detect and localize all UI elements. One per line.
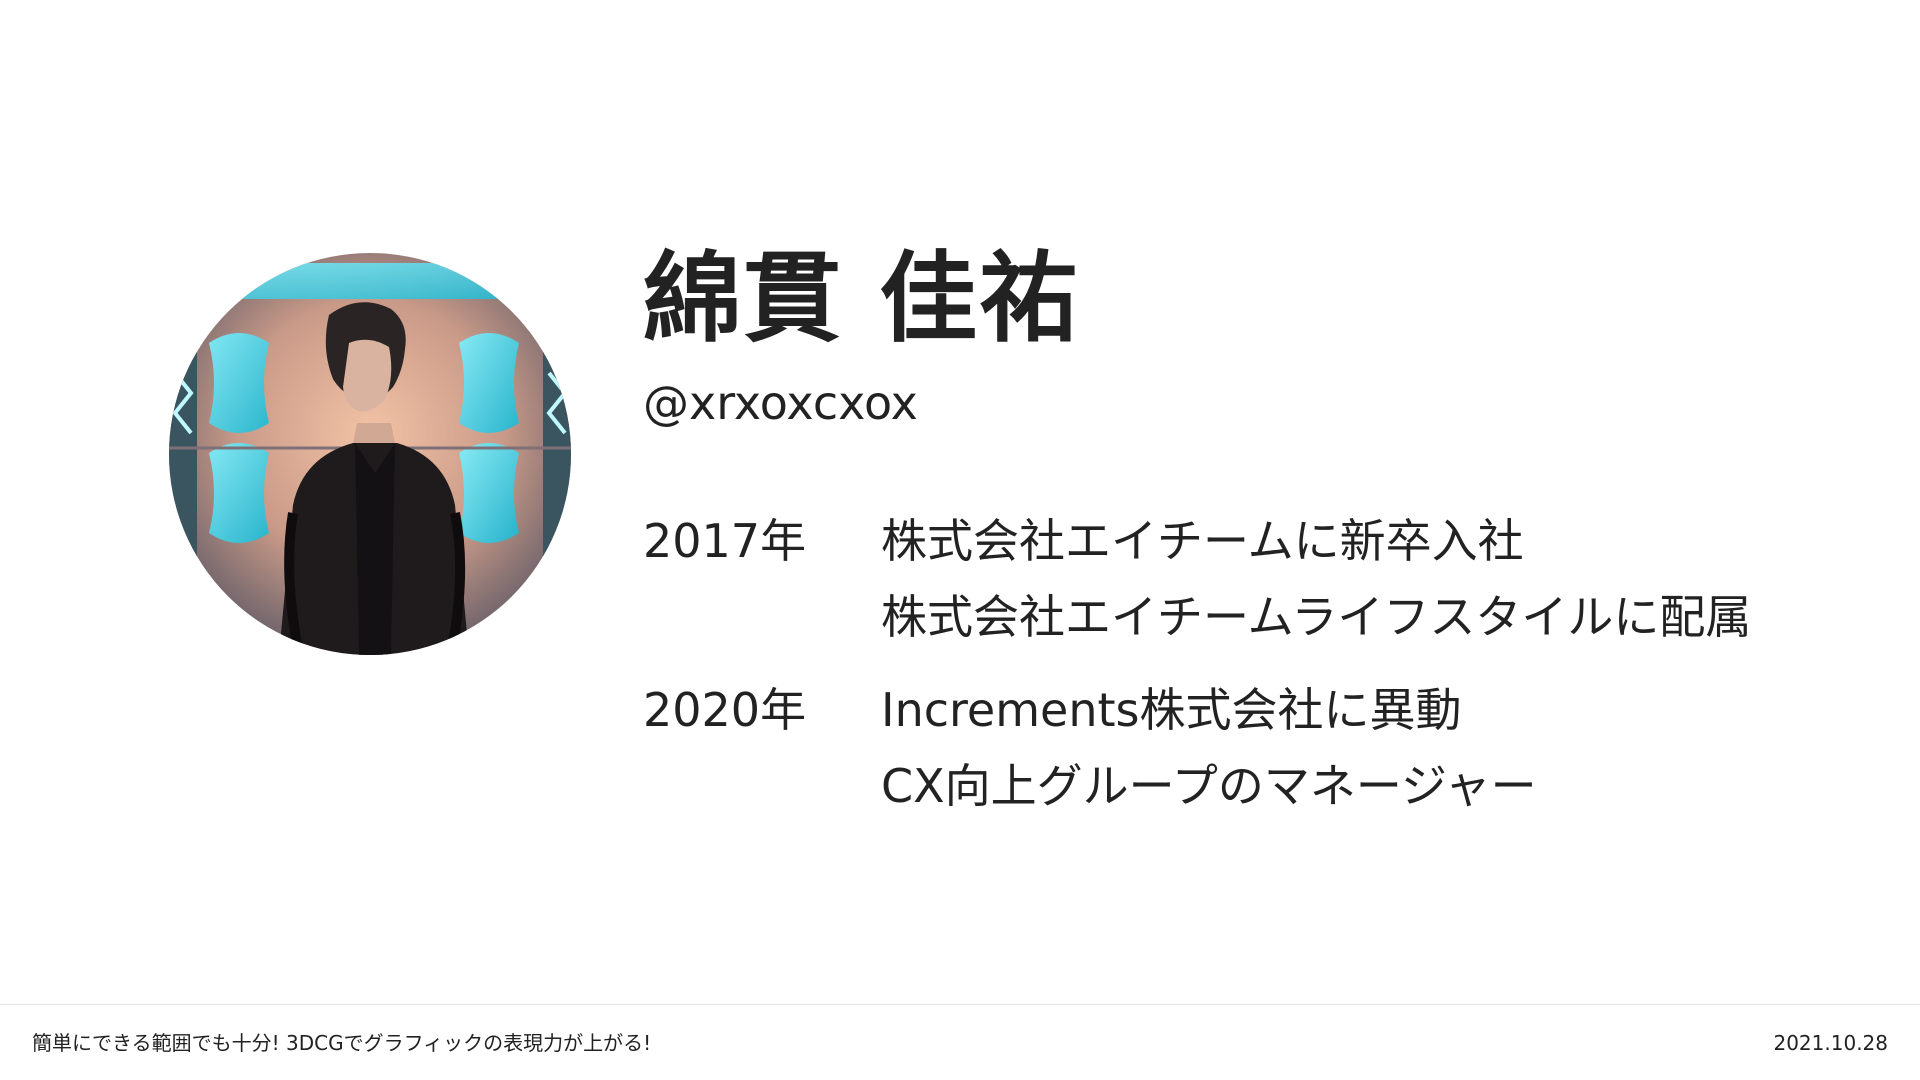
slide: 綿貫 佳祐 @xrxoxcxox 2017年 株式会社エイチームに新卒入社 株式… bbox=[0, 0, 1920, 1080]
career-event: Increments株式会社に異動 bbox=[881, 683, 1462, 737]
career-events: Increments株式会社に異動 CX向上グループのマネージャー bbox=[881, 672, 1537, 824]
career-year: 2020年 bbox=[643, 683, 807, 737]
career-event: 株式会社エイチームライフスタイルに配属 bbox=[881, 590, 1752, 644]
footer-date: 2021.10.28 bbox=[1773, 1031, 1888, 1055]
profile-handle: @xrxoxcxox bbox=[643, 376, 918, 430]
footer-divider bbox=[0, 1004, 1920, 1005]
profile-photo bbox=[169, 253, 571, 655]
career-event: 株式会社エイチームに新卒入社 bbox=[881, 514, 1524, 568]
footer-title: 簡単にできる範囲でも十分! 3DCGでグラフィックの表現力が上がる! bbox=[32, 1031, 652, 1055]
profile-photo-image bbox=[169, 253, 571, 655]
career-event: CX向上グループのマネージャー bbox=[881, 759, 1537, 813]
career-events: 株式会社エイチームに新卒入社 株式会社エイチームライフスタイルに配属 bbox=[881, 503, 1751, 655]
profile-name: 綿貫 佳祐 bbox=[643, 242, 1080, 356]
career-year: 2017年 bbox=[643, 514, 807, 568]
